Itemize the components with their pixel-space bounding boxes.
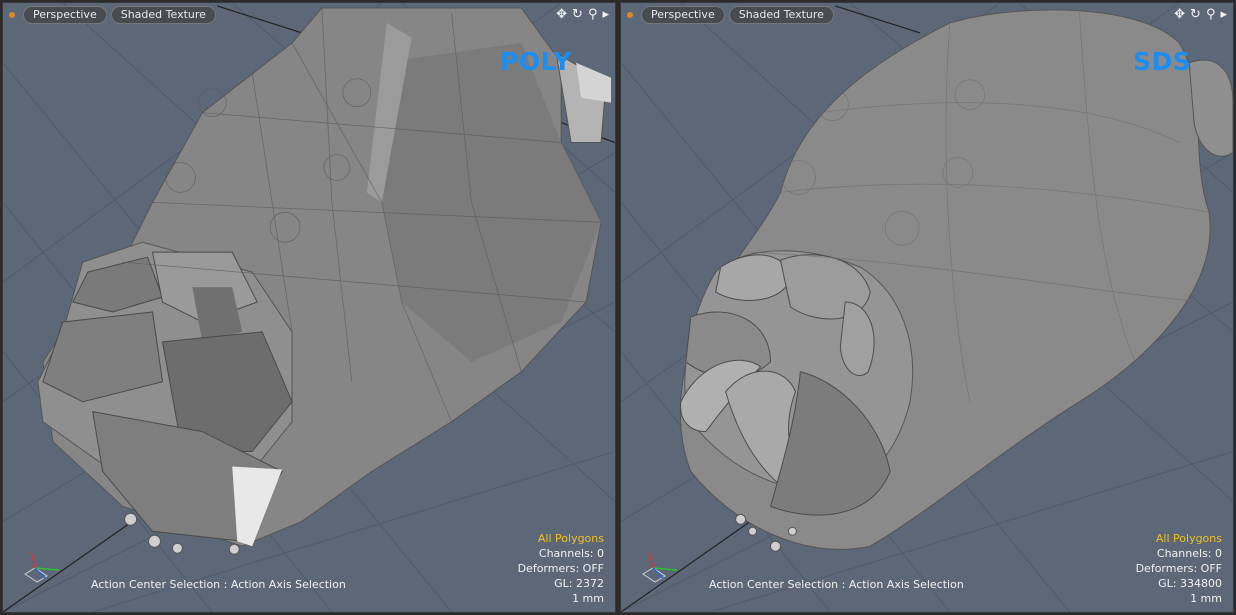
viewport-sds[interactable]: Perspective Shaded Texture ✥ ↻ ⚲ ▸ SDS A… [620, 2, 1234, 613]
viewport-stats: All Polygons Channels: 0 Deformers: OFF … [518, 531, 604, 606]
deformers-status: Deformers: OFF [517, 562, 604, 575]
axis-gizmo-icon [24, 551, 60, 583]
viewport-header: Perspective Shaded Texture [3, 3, 615, 27]
viewport-header: Perspective Shaded Texture [621, 3, 1233, 27]
viewport-options-icon[interactable] [627, 12, 633, 18]
axis-gizmo-icon [642, 551, 678, 583]
grid-unit: 1 mm [572, 592, 604, 605]
rotate-view-icon[interactable]: ↻ [572, 8, 583, 22]
viewport-menu-arrow-icon[interactable]: ▸ [1220, 8, 1227, 22]
zoom-view-icon[interactable]: ⚲ [1206, 8, 1216, 22]
zoom-view-icon[interactable]: ⚲ [588, 8, 598, 22]
gl-polycount: GL: 2372 [554, 577, 604, 590]
mode-label: POLY [500, 47, 572, 76]
grid-unit: 1 mm [1190, 592, 1222, 605]
view-type-button[interactable]: Perspective [641, 6, 725, 24]
mode-label: SDS [1133, 47, 1192, 76]
sds-model-render[interactable] [621, 3, 1233, 612]
gl-polycount: GL: 334800 [1158, 577, 1222, 590]
move-view-icon[interactable]: ✥ [1174, 8, 1185, 22]
channels-count: Channels: 0 [1156, 547, 1222, 560]
status-line: Action Center Selection : Action Axis Se… [709, 578, 964, 591]
poly-model-render[interactable] [3, 3, 615, 612]
viewport-nav-tools: ✥ ↻ ⚲ ▸ [1174, 8, 1227, 22]
selection-mode: All Polygons [537, 532, 604, 545]
shading-mode-button[interactable]: Shaded Texture [110, 6, 216, 24]
selection-mode: All Polygons [1155, 532, 1222, 545]
viewport-poly[interactable]: Perspective Shaded Texture ✥ ↻ ⚲ ▸ POLY … [2, 2, 616, 613]
deformers-status: Deformers: OFF [1135, 562, 1222, 575]
rotate-view-icon[interactable]: ↻ [1190, 8, 1201, 22]
viewport-nav-tools: ✥ ↻ ⚲ ▸ [556, 8, 609, 22]
channels-count: Channels: 0 [538, 547, 604, 560]
shading-mode-button[interactable]: Shaded Texture [728, 6, 834, 24]
viewport-menu-arrow-icon[interactable]: ▸ [602, 8, 609, 22]
viewport-stats: All Polygons Channels: 0 Deformers: OFF … [1136, 531, 1222, 606]
viewport-options-icon[interactable] [9, 12, 15, 18]
view-type-button[interactable]: Perspective [23, 6, 107, 24]
move-view-icon[interactable]: ✥ [556, 8, 567, 22]
status-line: Action Center Selection : Action Axis Se… [91, 578, 346, 591]
